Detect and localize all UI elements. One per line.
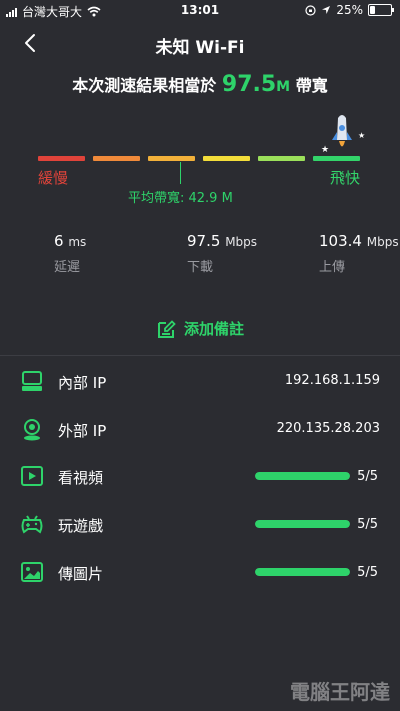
fast-label: 飛快	[330, 169, 361, 187]
status-bar: 台灣大哥大 13:01 25%	[0, 0, 400, 22]
battery-percent: 25%	[336, 3, 363, 17]
edit-note-icon	[157, 319, 176, 338]
app-screen: 台灣大哥大 13:01 25% 未知 Wi-Fi 本次測速結果相當於 97.5M…	[0, 0, 400, 711]
router-icon	[22, 371, 42, 391]
add-note-button[interactable]: 添加備註	[0, 318, 400, 339]
battery-icon	[368, 4, 394, 16]
latency-unit: ms	[68, 235, 87, 249]
game-label: 玩遊戲	[58, 517, 104, 535]
location-pin-icon	[24, 419, 40, 441]
upload-label: 上傳	[319, 260, 346, 275]
game-score-row: 玩遊戲 5/5	[0, 510, 400, 540]
image-label: 傳圖片	[58, 565, 104, 583]
external-ip-label: 外部 IP	[58, 422, 107, 440]
game-score-fill	[255, 520, 350, 528]
headline-unit: M	[276, 79, 291, 95]
scale-segment	[258, 156, 305, 161]
watermark: 電腦王阿達	[290, 680, 390, 704]
internal-ip-row: 內部 IP 192.168.1.159	[0, 367, 400, 397]
video-score: 5/5	[357, 469, 378, 484]
scale-segment	[38, 156, 85, 161]
image-icon	[21, 562, 43, 582]
scale-segment	[93, 156, 140, 161]
orientation-lock-icon	[305, 4, 316, 16]
latency-value: 6	[54, 232, 64, 250]
gamepad-icon	[21, 515, 43, 534]
download-label: 下載	[187, 260, 214, 275]
upload-value: 103.4	[319, 232, 362, 250]
status-right: 25%	[305, 3, 394, 17]
upload-metric: 103.4 Mbps 上傳	[319, 232, 399, 275]
headline-prefix: 本次測速結果相當於	[72, 76, 217, 95]
game-score: 5/5	[357, 517, 378, 532]
scale-segment	[203, 156, 250, 161]
video-score-fill	[255, 472, 350, 480]
headline-suffix: 帶寬	[295, 76, 328, 95]
video-play-icon	[21, 466, 43, 486]
video-score-row: 看視頻 5/5	[0, 462, 400, 492]
page-title: 未知 Wi-Fi	[155, 38, 245, 58]
image-score: 5/5	[357, 565, 378, 580]
slow-label: 緩慢	[38, 169, 69, 187]
video-label: 看視頻	[58, 469, 104, 487]
speed-headline: 本次測速結果相當於 97.5M 帶寬	[0, 72, 400, 97]
download-metric: 97.5 Mbps 下載	[187, 232, 257, 275]
video-score-bar	[255, 472, 350, 480]
external-ip-row: 外部 IP 220.135.28.203	[0, 415, 400, 445]
game-score-bar	[255, 520, 350, 528]
image-score-bar	[255, 568, 350, 576]
latency-label: 延遲	[54, 260, 81, 275]
upload-unit: Mbps	[366, 235, 399, 249]
location-arrow-icon	[322, 6, 331, 14]
download-unit: Mbps	[225, 235, 258, 249]
image-score-fill	[255, 568, 350, 576]
svg-text:★: ★	[321, 145, 329, 155]
download-value: 97.5	[187, 232, 221, 250]
add-note-label: 添加備註	[183, 320, 244, 338]
svg-text:★: ★	[358, 131, 365, 140]
average-bandwidth: 平均帶寬: 42.9 M	[128, 191, 233, 206]
headline-speed: 97.5	[221, 72, 277, 97]
latency-metric: 6 ms 延遲	[54, 232, 86, 275]
scale-segment	[148, 156, 195, 161]
divider	[0, 355, 400, 356]
internal-ip-value: 192.168.1.159	[284, 373, 380, 388]
internal-ip-label: 內部 IP	[58, 374, 107, 392]
image-score-row: 傳圖片 5/5	[0, 558, 400, 588]
average-marker	[180, 162, 181, 184]
rocket-icon: ★ ★	[321, 115, 365, 155]
external-ip-value: 220.135.28.203	[276, 421, 380, 436]
scale-segment	[313, 156, 360, 161]
